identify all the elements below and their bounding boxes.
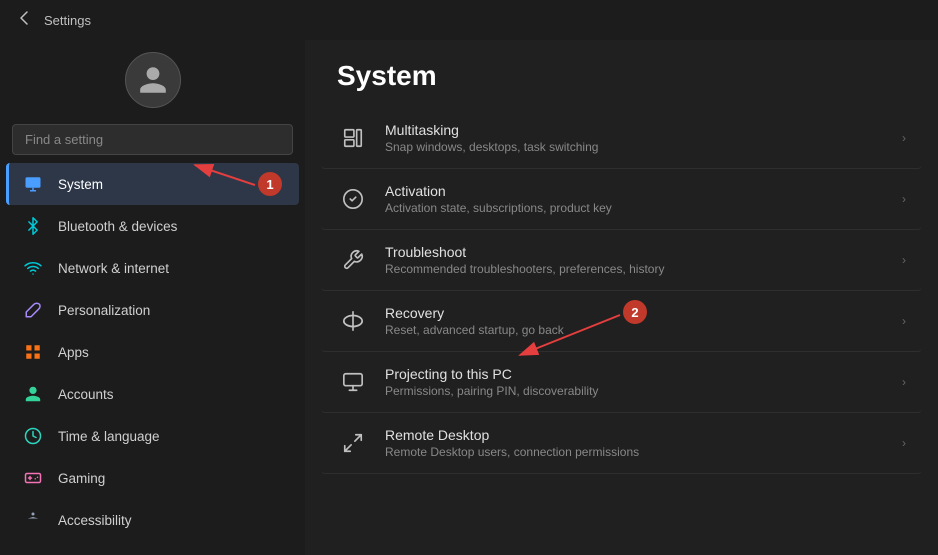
- sidebar-item-apps[interactable]: Apps: [6, 331, 299, 373]
- multitasking-icon: [337, 122, 369, 154]
- settings-item-recovery[interactable]: Recovery Reset, advanced startup, go bac…: [321, 291, 922, 352]
- content-area: System Multitasking Snap windows, deskto…: [305, 40, 938, 555]
- monitor-icon: [22, 173, 44, 195]
- settings-item-remotedesktop[interactable]: Remote Desktop Remote Desktop users, con…: [321, 413, 922, 474]
- troubleshoot-desc: Recommended troubleshooters, preferences…: [385, 262, 886, 276]
- troubleshoot-chevron: ›: [902, 253, 906, 267]
- sidebar-item-accessibility[interactable]: Accessibility: [6, 499, 299, 541]
- sidebar-item-network-label: Network & internet: [58, 261, 169, 276]
- sidebar-item-system-label: System: [58, 177, 103, 192]
- troubleshoot-text: Troubleshoot Recommended troubleshooters…: [385, 244, 886, 276]
- activation-text: Activation Activation state, subscriptio…: [385, 183, 886, 215]
- recovery-chevron: ›: [902, 314, 906, 328]
- multitasking-text: Multitasking Snap windows, desktops, tas…: [385, 122, 886, 154]
- sidebar-item-system[interactable]: System: [6, 163, 299, 205]
- sidebar-item-network[interactable]: Network & internet: [6, 247, 299, 289]
- brush-icon: [22, 299, 44, 321]
- remotedesktop-desc: Remote Desktop users, connection permiss…: [385, 445, 886, 459]
- sidebar-item-bluetooth-label: Bluetooth & devices: [58, 219, 177, 234]
- activation-title: Activation: [385, 183, 886, 199]
- title-bar: Settings: [0, 0, 938, 40]
- remotedesktop-text: Remote Desktop Remote Desktop users, con…: [385, 427, 886, 459]
- content-header: System: [305, 40, 938, 108]
- multitasking-chevron: ›: [902, 131, 906, 145]
- sidebar-item-personalization-label: Personalization: [58, 303, 150, 318]
- projecting-desc: Permissions, pairing PIN, discoverabilit…: [385, 384, 886, 398]
- back-button[interactable]: [16, 10, 32, 31]
- projecting-icon: [337, 366, 369, 398]
- clock-icon: [22, 425, 44, 447]
- settings-item-troubleshoot[interactable]: Troubleshoot Recommended troubleshooters…: [321, 230, 922, 291]
- projecting-title: Projecting to this PC: [385, 366, 886, 382]
- sidebar: System Bluetooth & devices: [0, 40, 305, 555]
- person-icon: [22, 383, 44, 405]
- sidebar-item-bluetooth[interactable]: Bluetooth & devices: [6, 205, 299, 247]
- troubleshoot-icon: [337, 244, 369, 276]
- activation-desc: Activation state, subscriptions, product…: [385, 201, 886, 215]
- sidebar-item-accounts-label: Accounts: [58, 387, 114, 402]
- recovery-text: Recovery Reset, advanced startup, go bac…: [385, 305, 886, 337]
- settings-item-multitasking[interactable]: Multitasking Snap windows, desktops, tas…: [321, 108, 922, 169]
- bluetooth-icon: [22, 215, 44, 237]
- sidebar-item-accessibility-label: Accessibility: [58, 513, 132, 528]
- recovery-title: Recovery: [385, 305, 886, 321]
- accessibility-icon: [22, 509, 44, 531]
- sidebar-item-apps-label: Apps: [58, 345, 89, 360]
- avatar: [125, 52, 181, 108]
- remotedesktop-icon: [337, 427, 369, 459]
- settings-item-activation[interactable]: Activation Activation state, subscriptio…: [321, 169, 922, 230]
- settings-list: Multitasking Snap windows, desktops, tas…: [305, 108, 938, 474]
- wifi-icon: [22, 257, 44, 279]
- projecting-text: Projecting to this PC Permissions, pairi…: [385, 366, 886, 398]
- recovery-icon: [337, 305, 369, 337]
- sidebar-item-gaming-label: Gaming: [58, 471, 105, 486]
- search-container: [12, 124, 293, 155]
- app-title: Settings: [44, 13, 91, 28]
- projecting-chevron: ›: [902, 375, 906, 389]
- activation-chevron: ›: [902, 192, 906, 206]
- multitasking-title: Multitasking: [385, 122, 886, 138]
- remotedesktop-title: Remote Desktop: [385, 427, 886, 443]
- user-avatar-container: [0, 40, 305, 124]
- troubleshoot-title: Troubleshoot: [385, 244, 886, 260]
- remotedesktop-chevron: ›: [902, 436, 906, 450]
- sidebar-item-timelanguage-label: Time & language: [58, 429, 160, 444]
- sidebar-item-gaming[interactable]: Gaming: [6, 457, 299, 499]
- recovery-desc: Reset, advanced startup, go back: [385, 323, 886, 337]
- settings-item-projecting[interactable]: Projecting to this PC Permissions, pairi…: [321, 352, 922, 413]
- activation-icon: [337, 183, 369, 215]
- sidebar-item-accounts[interactable]: Accounts: [6, 373, 299, 415]
- sidebar-item-personalization[interactable]: Personalization: [6, 289, 299, 331]
- gamepad-icon: [22, 467, 44, 489]
- sidebar-nav: System Bluetooth & devices: [0, 163, 305, 541]
- search-input[interactable]: [12, 124, 293, 155]
- sidebar-item-timelanguage[interactable]: Time & language: [6, 415, 299, 457]
- grid-icon: [22, 341, 44, 363]
- multitasking-desc: Snap windows, desktops, task switching: [385, 140, 886, 154]
- page-title: System: [337, 60, 906, 92]
